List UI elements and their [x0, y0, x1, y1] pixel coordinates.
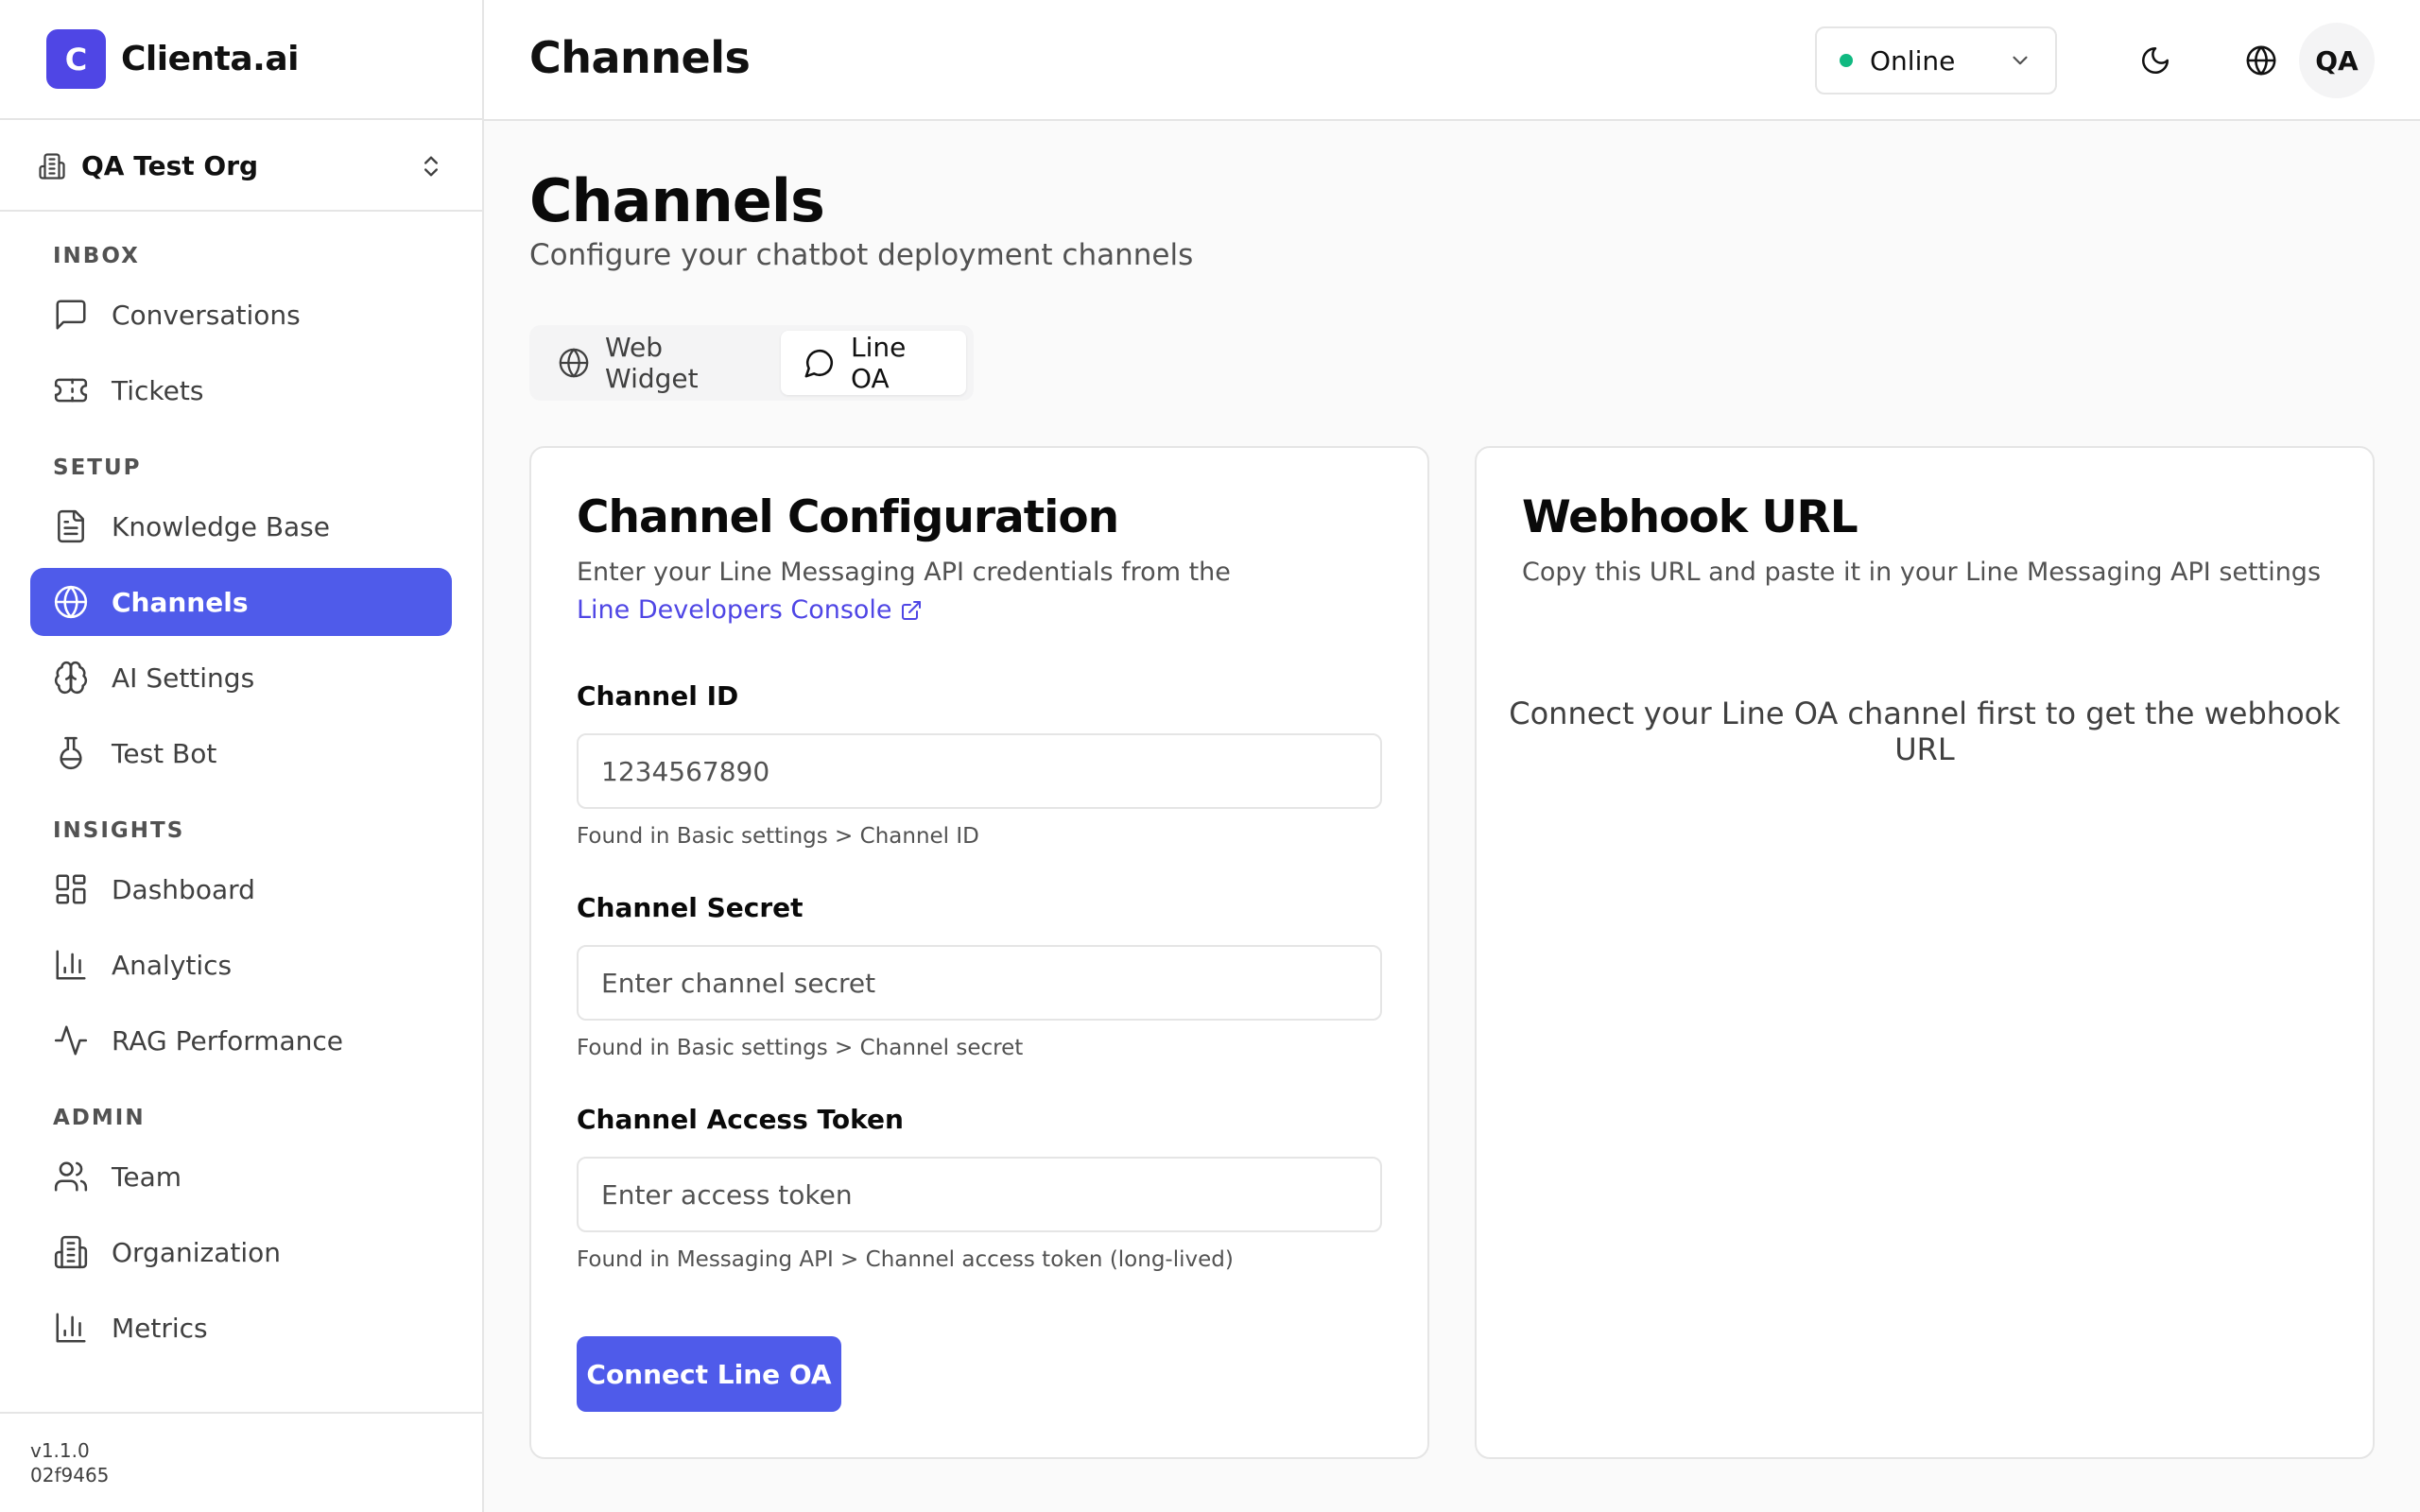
globe-icon	[53, 584, 89, 620]
user-avatar[interactable]: QA	[2299, 23, 2375, 98]
sidebar-item-organization[interactable]: Organization	[30, 1218, 452, 1286]
bar-chart-icon	[53, 947, 89, 983]
theme-toggle-button[interactable]	[2125, 30, 2186, 91]
sidebar-item-knowledge-base[interactable]: Knowledge Base	[30, 492, 452, 560]
sidebar-item-label: Channels	[112, 586, 249, 618]
file-text-icon	[53, 508, 89, 544]
sidebar-item-analytics[interactable]: Analytics	[30, 931, 452, 999]
tab-web-widget[interactable]: Web Widget	[535, 331, 777, 395]
link-label: Line Developers Console	[577, 595, 892, 625]
channel-secret-hint: Found in Basic settings > Channel secret	[577, 1036, 1024, 1060]
build-hash: 02f9465	[30, 1464, 110, 1486]
sidebar-item-ai-settings[interactable]: AI Settings	[30, 644, 452, 712]
card-title: Channel Configuration	[577, 491, 1119, 543]
sidebar: C Clienta.ai QA Test Org INBOX Conversat…	[0, 0, 484, 1512]
channel-secret-label: Channel Secret	[577, 892, 804, 923]
channel-secret-input[interactable]	[577, 945, 1382, 1021]
sidebar-item-rag-performance[interactable]: RAG Performance	[30, 1006, 452, 1074]
sidebar-item-label: Team	[112, 1160, 182, 1193]
access-token-input[interactable]	[577, 1157, 1382, 1232]
sidebar-item-label: Organization	[112, 1236, 282, 1268]
sidebar-item-label: Conversations	[112, 299, 301, 331]
header-title: Channels	[529, 32, 751, 83]
card-title: Webhook URL	[1522, 491, 1858, 543]
sidebar-item-label: AI Settings	[112, 662, 255, 694]
status-dot	[1840, 54, 1853, 67]
top-header: Channels Online QA	[484, 0, 2420, 121]
sidebar-item-channels[interactable]: Channels	[30, 568, 452, 636]
tab-label: Line OA	[851, 332, 907, 394]
channel-id-label: Channel ID	[577, 680, 739, 712]
nav-section-inbox: INBOX	[53, 244, 140, 268]
status-select[interactable]: Online	[1815, 26, 2057, 94]
sidebar-item-label: Tickets	[112, 374, 204, 406]
building-icon	[53, 1234, 89, 1270]
users-icon	[53, 1159, 89, 1194]
sidebar-item-team[interactable]: Team	[30, 1143, 452, 1211]
bar-chart-icon	[53, 1310, 89, 1346]
access-token-hint: Found in Messaging API > Channel access …	[577, 1247, 1234, 1272]
sidebar-item-label: Dashboard	[112, 873, 255, 905]
ticket-icon	[53, 372, 89, 408]
nav-section-insights: INSIGHTS	[53, 818, 185, 843]
line-developers-console-link[interactable]: Line Developers Console	[577, 592, 923, 629]
sidebar-item-label: RAG Performance	[112, 1024, 344, 1057]
nav-section-setup: SETUP	[53, 455, 142, 480]
building-icon	[38, 152, 66, 180]
language-button[interactable]	[2231, 30, 2291, 91]
sidebar-item-label: Knowledge Base	[112, 510, 330, 542]
layout-dashboard-icon	[53, 871, 89, 907]
flask-icon	[53, 735, 89, 771]
page-title: Channels	[529, 166, 825, 235]
page-subtitle: Configure your chatbot deployment channe…	[529, 238, 1194, 272]
sidebar-item-label: Test Bot	[112, 737, 217, 769]
channel-id-input[interactable]	[577, 733, 1382, 809]
external-link-icon	[900, 599, 923, 622]
sidebar-item-conversations[interactable]: Conversations	[30, 281, 452, 349]
card-description: Copy this URL and paste it in your Line …	[1522, 558, 2322, 587]
sidebar-item-test-bot[interactable]: Test Bot	[30, 719, 452, 787]
sidebar-item-dashboard[interactable]: Dashboard	[30, 855, 452, 923]
channel-tabs: Web Widget Line OA	[529, 325, 974, 401]
webhook-url-card: Webhook URL Copy this URL and paste it i…	[1475, 446, 2375, 1459]
sidebar-item-label: Analytics	[112, 949, 233, 981]
brand-name: Clienta.ai	[121, 40, 299, 78]
tab-line-oa[interactable]: Line OA	[781, 331, 966, 395]
card-description-text: Enter your Line Messaging API credential…	[577, 558, 1231, 587]
sidebar-footer: v1.1.0 02f9465	[0, 1412, 482, 1512]
chevron-down-icon	[2008, 48, 2032, 73]
message-square-icon	[53, 297, 89, 333]
webhook-empty-message: Connect your Line OA channel first to ge…	[1509, 696, 2341, 767]
app-version: v1.1.0	[30, 1439, 90, 1462]
sidebar-item-label: Metrics	[112, 1312, 208, 1344]
channel-id-hint: Found in Basic settings > Channel ID	[577, 824, 979, 849]
message-circle-icon	[804, 347, 836, 379]
channel-config-card: Channel Configuration Enter your Line Me…	[529, 446, 1429, 1459]
globe-icon	[558, 347, 590, 379]
status-label: Online	[1870, 44, 1956, 77]
connect-line-oa-button[interactable]: Connect Line OA	[577, 1336, 841, 1412]
tab-label: Web Widget	[605, 332, 699, 394]
brand-logo: C	[46, 29, 106, 89]
moon-icon	[2139, 44, 2171, 77]
card-description: Enter your Line Messaging API credential…	[577, 554, 1231, 629]
access-token-label: Channel Access Token	[577, 1104, 904, 1135]
activity-icon	[53, 1022, 89, 1058]
sidebar-item-tickets[interactable]: Tickets	[30, 356, 452, 424]
brain-icon	[53, 660, 89, 696]
globe-icon	[2245, 44, 2277, 77]
chevrons-up-down-icon	[418, 153, 444, 180]
nav-section-admin: ADMIN	[53, 1106, 146, 1130]
brand[interactable]: C Clienta.ai	[0, 0, 482, 120]
org-switcher[interactable]: QA Test Org	[0, 122, 482, 212]
sidebar-item-metrics[interactable]: Metrics	[30, 1294, 452, 1362]
org-name: QA Test Org	[81, 150, 259, 181]
